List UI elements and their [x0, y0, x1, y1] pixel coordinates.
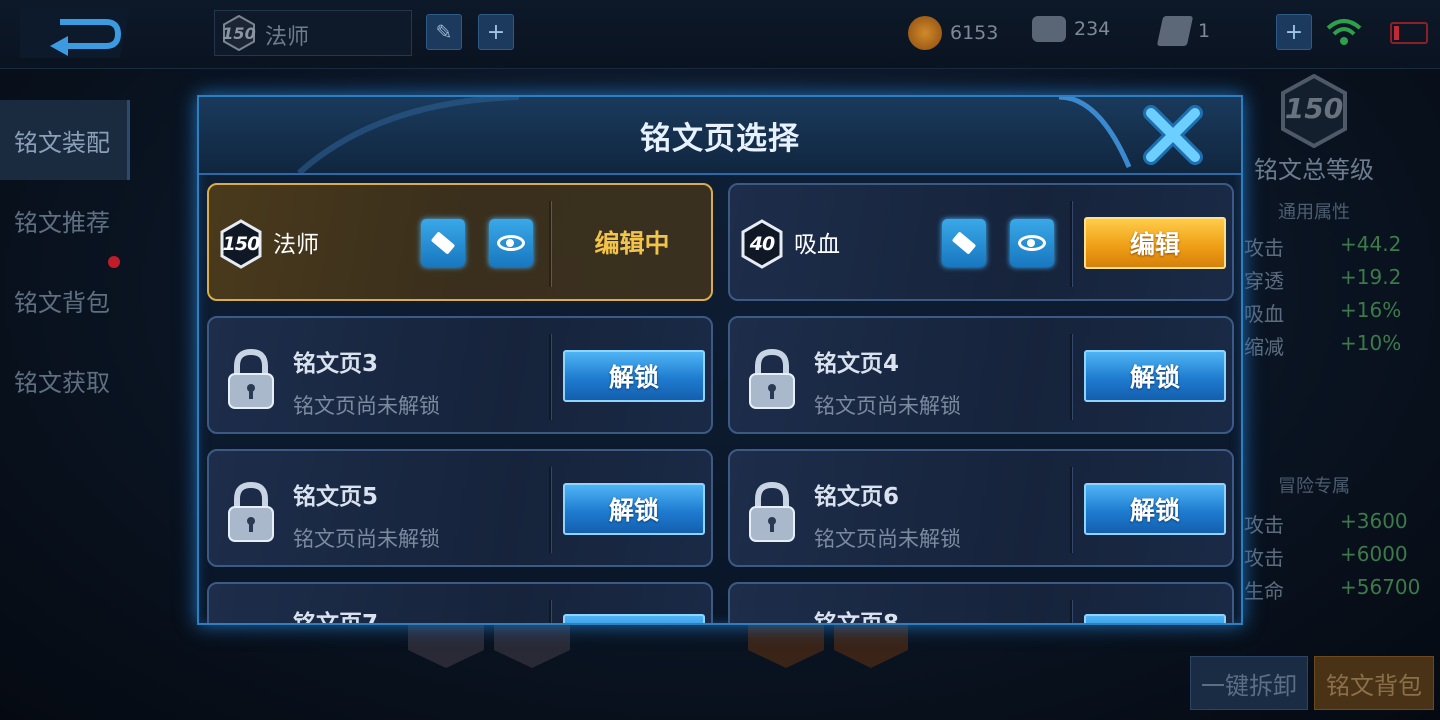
rune-page-select-dialog: 铭文页选择 150 法师 编辑中 40 吸血 编辑 铭文页3 铭文页尚未解锁 解…	[197, 95, 1243, 625]
page-level: 40	[749, 233, 775, 255]
plus-icon: +	[486, 19, 506, 45]
locked-hint: 铭文页尚未解锁	[293, 527, 440, 551]
gold-amount: 6153	[950, 22, 999, 44]
lock-icon	[749, 348, 795, 409]
adventure-attr-heading: 冒险专属	[1278, 476, 1350, 497]
unlock-button[interactable]: 解锁	[1084, 483, 1226, 535]
stat-row: 穿透 +19.2	[1244, 265, 1402, 293]
ticket-currency: 1	[1156, 16, 1211, 46]
close-icon[interactable]	[1141, 105, 1205, 165]
recharge-button[interactable]: +	[1276, 14, 1312, 50]
back-arrow-icon[interactable]	[20, 8, 140, 58]
ticket-amount: 1	[1198, 20, 1211, 42]
pencil-icon: ✎	[435, 20, 453, 44]
rune-bag-button[interactable]: 铭文背包	[1314, 656, 1434, 710]
unlock-button[interactable]	[563, 614, 705, 623]
page-name: 铭文页5	[293, 484, 379, 510]
locked-page-card: 铭文页5 铭文页尚未解锁 解锁	[207, 449, 713, 567]
general-attr-heading: 通用属性	[1278, 202, 1350, 223]
lock-icon	[228, 348, 274, 409]
page-name: 铭文页3	[293, 351, 379, 377]
diamond-currency: 234	[1032, 16, 1110, 42]
notification-dot	[108, 256, 120, 268]
stat-row: 攻击 +6000	[1244, 542, 1408, 570]
unlock-button[interactable]	[1084, 614, 1226, 623]
unlock-button[interactable]: 解锁	[563, 483, 705, 535]
page-name: 法师	[273, 232, 319, 258]
unlock-button[interactable]: 解锁	[563, 350, 705, 402]
unlock-button[interactable]: 解锁	[1084, 350, 1226, 402]
wifi-icon	[1326, 19, 1362, 45]
ticket-icon	[1156, 16, 1194, 46]
locked-page-card: 铭文页3 铭文页尚未解锁 解锁	[207, 316, 713, 434]
diamond-icon	[1032, 16, 1066, 42]
edit-button[interactable]: 编辑	[1084, 217, 1226, 269]
eye-icon	[497, 235, 525, 251]
rename-page-button[interactable]	[421, 219, 465, 267]
eye-icon	[1018, 235, 1046, 251]
card-divider	[549, 467, 552, 553]
rune-page-card[interactable]: 40 吸血 编辑	[728, 183, 1234, 301]
locked-page-card: 铭文页7	[207, 582, 713, 623]
locked-hint: 铭文页尚未解锁	[814, 394, 961, 418]
page-name: 铭文页7	[293, 604, 378, 623]
locked-hint: 铭文页尚未解锁	[814, 527, 961, 551]
card-divider	[1070, 334, 1073, 420]
stat-row: 攻击 +3600	[1244, 509, 1408, 537]
stat-row: 生命 +56700	[1244, 575, 1421, 603]
lock-icon	[228, 481, 274, 542]
editing-status: 编辑中	[594, 229, 670, 258]
gold-currency: 6153	[908, 16, 998, 50]
card-divider	[549, 600, 552, 623]
total-level: 150	[1284, 92, 1344, 125]
menu-item-obtain[interactable]: 铭文获取	[0, 340, 130, 420]
locked-page-card: 铭文页8	[728, 582, 1234, 623]
hero-name: 法师	[265, 25, 310, 50]
stat-row: 攻击 +44.2	[1244, 232, 1402, 260]
eraser-icon	[430, 231, 456, 255]
page-name: 铭文页8	[814, 604, 899, 623]
page-name: 吸血	[794, 232, 840, 258]
dialog-title: 铭文页选择	[640, 120, 800, 157]
gold-coin-icon	[908, 16, 942, 50]
menu-item-recommend[interactable]: 铭文推荐	[0, 180, 130, 260]
rune-page-card-active[interactable]: 150 法师 编辑中	[207, 183, 713, 301]
add-page-button[interactable]: +	[478, 14, 514, 50]
preview-page-button[interactable]	[489, 219, 533, 267]
locked-page-card: 铭文页6 铭文页尚未解锁 解锁	[728, 449, 1234, 567]
page-name: 铭文页4	[814, 351, 900, 377]
eraser-icon	[951, 231, 977, 255]
card-divider	[1070, 600, 1073, 623]
card-divider	[1070, 201, 1073, 287]
stat-row: 吸血 +16%	[1244, 298, 1402, 326]
page-name: 铭文页6	[814, 484, 900, 510]
top-bar: 150 法师 ✎ + 6153 234 1 +	[0, 0, 1440, 69]
rune-slots-background	[408, 620, 908, 668]
lock-icon	[749, 481, 795, 542]
locked-page-card: 铭文页4 铭文页尚未解锁 解锁	[728, 316, 1234, 434]
battery-icon	[1390, 22, 1428, 44]
locked-hint: 铭文页尚未解锁	[293, 394, 440, 418]
total-level-title: 铭文总等级	[1254, 156, 1374, 184]
stat-row: 缩减 +10%	[1244, 331, 1402, 359]
diamond-amount: 234	[1074, 18, 1111, 40]
plus-icon: +	[1284, 19, 1304, 45]
rename-button[interactable]: ✎	[426, 14, 462, 50]
menu-item-bag[interactable]: 铭文背包	[0, 260, 130, 340]
hero-level: 150	[222, 23, 256, 43]
dialog-header: 铭文页选择	[199, 97, 1241, 175]
rename-page-button[interactable]	[942, 219, 986, 267]
page-level: 150	[222, 233, 261, 255]
current-page-chip[interactable]: 150 法师	[214, 10, 412, 56]
rune-page-list: 150 法师 编辑中 40 吸血 编辑 铭文页3 铭文页尚未解锁 解锁 铭文页4…	[199, 173, 1241, 623]
preview-page-button[interactable]	[1010, 219, 1054, 267]
unequip-all-button[interactable]: 一键拆卸	[1190, 656, 1308, 710]
card-divider	[549, 334, 552, 420]
card-divider	[1070, 467, 1073, 553]
menu-item-equip[interactable]: 铭文装配	[0, 100, 130, 180]
